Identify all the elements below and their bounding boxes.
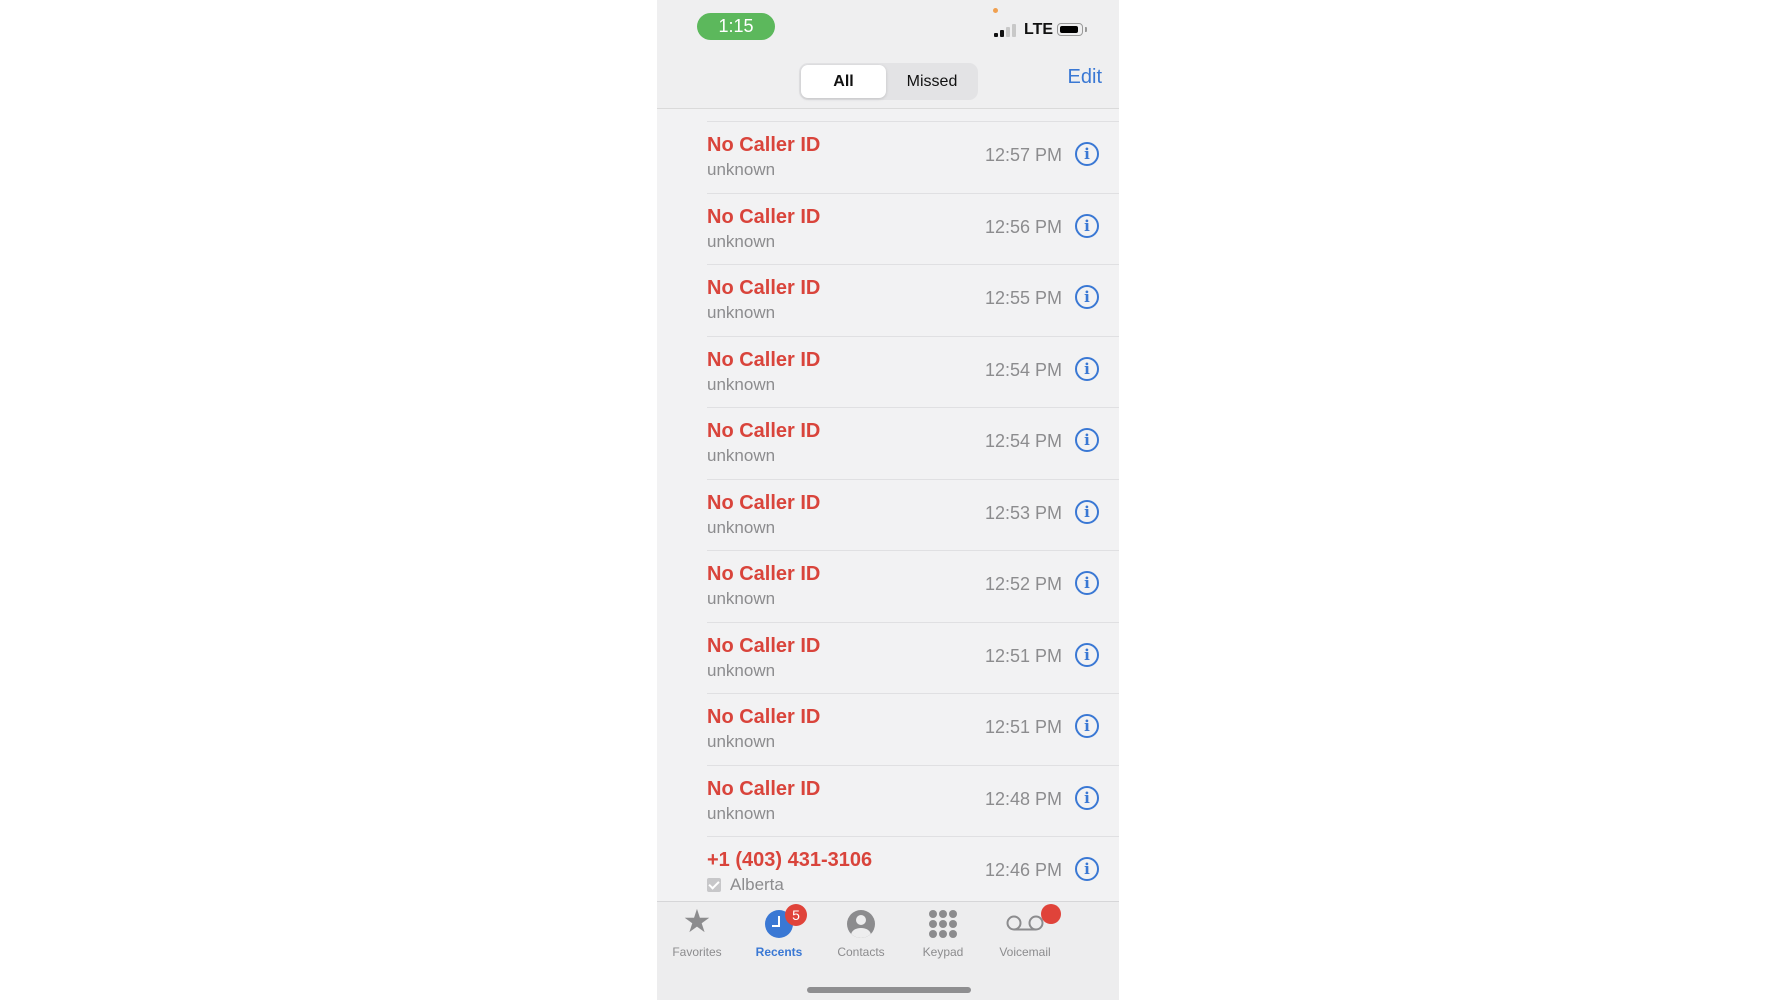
battery-icon <box>1057 23 1083 36</box>
call-time: 12:51 PM <box>984 717 1062 737</box>
caller-name: +1 (403) 431-3106 <box>707 849 873 871</box>
call-row[interactable]: No Caller ID unknown 12:51 PM i <box>657 621 1119 694</box>
caller-detail-text: Alberta <box>730 875 784 894</box>
info-icon[interactable]: i <box>1075 499 1099 524</box>
caller-detail: unknown <box>707 303 775 323</box>
info-icon[interactable]: i <box>1075 213 1099 238</box>
caller-detail: unknown <box>707 232 775 252</box>
caller-name: No Caller ID <box>707 777 821 800</box>
caller-name: No Caller ID <box>707 563 821 585</box>
call-row[interactable]: No Caller ID unknown 12:57 PM i <box>657 121 1119 193</box>
segment-missed[interactable]: Missed <box>888 65 976 98</box>
call-time: 12:52 PM <box>984 574 1062 594</box>
tab-voicemail[interactable]: Voicemail <box>979 902 1071 962</box>
tab-bar: ★ Favorites 5 Recents Contacts Keypad Vo… <box>657 901 1119 1000</box>
info-icon[interactable]: i <box>1075 428 1099 452</box>
filter-segmented-control: All Missed <box>799 63 978 100</box>
caller-detail-text: unknown <box>707 231 776 251</box>
person-circle-icon <box>847 910 875 938</box>
caller-detail: unknown <box>707 518 775 538</box>
recents-header: All Missed Edit <box>657 52 1119 109</box>
call-time: 12:57 PM <box>984 145 1062 165</box>
recent-calls-list: No Caller ID unknown 12:57 PM i No Caller ID… <box>657 121 1119 908</box>
mic-indicator-icon <box>993 8 998 13</box>
tab-label: Keypad <box>922 945 964 959</box>
caller-detail-text: unknown <box>707 374 776 394</box>
caller-detail-text: unknown <box>707 517 776 537</box>
caller-name: No Caller ID <box>707 491 821 514</box>
call-row[interactable]: No Caller ID unknown 12:54 PM i <box>657 335 1119 408</box>
info-icon[interactable]: i <box>1075 857 1099 881</box>
voicemail-icon <box>1006 915 1044 931</box>
caller-detail-text: unknown <box>707 803 776 823</box>
caller-detail-text: unknown <box>707 589 776 608</box>
caller-detail-text: unknown <box>707 446 776 465</box>
star-icon: ★ <box>682 903 712 939</box>
recents-badge: 5 <box>785 904 807 926</box>
caller-detail-text: unknown <box>707 732 776 751</box>
status-bar: 1:15 LTE <box>657 0 1119 52</box>
caller-name: No Caller ID <box>707 205 821 228</box>
network-type: LTE <box>1024 21 1054 38</box>
caller-detail: unknown <box>707 446 775 466</box>
tab-label: Recents <box>755 945 803 959</box>
verified-check-icon <box>707 878 721 892</box>
segment-all[interactable]: All <box>801 65 886 98</box>
battery-nub <box>1085 27 1087 32</box>
call-row[interactable]: No Caller ID unknown 12:53 PM i <box>657 478 1119 551</box>
call-row[interactable]: No Caller ID unknown 12:52 PM i <box>657 550 1119 622</box>
call-row[interactable]: No Caller ID unknown 12:55 PM i <box>657 264 1119 336</box>
caller-detail-text: unknown <box>707 660 776 680</box>
voicemail-badge <box>1041 904 1061 924</box>
info-icon[interactable]: i <box>1075 714 1099 738</box>
caller-name: No Caller ID <box>707 634 821 657</box>
caller-name: No Caller ID <box>707 277 821 299</box>
tab-contacts[interactable]: Contacts <box>815 902 907 962</box>
caller-name: No Caller ID <box>707 348 821 371</box>
call-time: 12:51 PM <box>984 645 1062 666</box>
caller-detail: unknown <box>707 375 775 395</box>
caller-name: No Caller ID <box>707 706 821 728</box>
home-indicator[interactable] <box>807 987 971 993</box>
call-time: 12:56 PM <box>984 216 1062 237</box>
info-icon[interactable]: i <box>1075 642 1099 667</box>
call-time: 12:46 PM <box>984 860 1062 880</box>
caller-detail-text: unknown <box>707 160 776 179</box>
info-icon[interactable]: i <box>1075 285 1099 309</box>
call-time: 12:54 PM <box>984 431 1062 451</box>
call-row[interactable]: No Caller ID unknown 12:54 PM i <box>657 407 1119 479</box>
phone-screen: 1:15 LTE All Missed Edit No Caller ID unk… <box>657 0 1119 1000</box>
caller-detail-text: unknown <box>707 303 776 322</box>
tab-label: Favorites <box>672 945 722 959</box>
call-time: 12:48 PM <box>984 788 1062 809</box>
caller-name: No Caller ID <box>707 420 821 442</box>
call-row[interactable]: No Caller ID unknown 12:48 PM i <box>657 764 1119 837</box>
call-time: 12:54 PM <box>984 359 1062 380</box>
caller-name: No Caller ID <box>707 134 821 156</box>
info-icon[interactable]: i <box>1075 571 1099 595</box>
tab-favorites[interactable]: ★ Favorites <box>657 902 743 962</box>
tab-label: Contacts <box>837 945 885 959</box>
signal-strength-icon <box>994 23 1020 37</box>
info-icon[interactable]: i <box>1075 356 1099 381</box>
call-row[interactable]: +1 (403) 431-3106 Alberta 12:46 PM i <box>657 836 1119 908</box>
edit-button[interactable]: Edit <box>1068 66 1102 89</box>
caller-detail: unknown <box>707 661 775 681</box>
tab-label: Voicemail <box>999 945 1051 959</box>
caller-detail: unknown <box>707 804 775 824</box>
caller-detail: unknown <box>707 160 775 180</box>
info-icon[interactable]: i <box>1075 785 1099 810</box>
info-icon[interactable]: i <box>1075 142 1099 166</box>
call-time: 12:53 PM <box>984 502 1062 523</box>
caller-detail: unknown <box>707 732 775 752</box>
status-time[interactable]: 1:15 <box>697 13 775 40</box>
tab-recents[interactable]: 5 Recents <box>733 902 825 962</box>
tab-keypad[interactable]: Keypad <box>897 902 989 962</box>
call-row[interactable]: No Caller ID unknown 12:51 PM i <box>657 693 1119 765</box>
call-time: 12:55 PM <box>984 288 1062 308</box>
keypad-icon <box>929 910 957 938</box>
caller-detail: Alberta <box>707 875 784 895</box>
call-row[interactable]: No Caller ID unknown 12:56 PM i <box>657 192 1119 265</box>
caller-detail: unknown <box>707 589 775 609</box>
